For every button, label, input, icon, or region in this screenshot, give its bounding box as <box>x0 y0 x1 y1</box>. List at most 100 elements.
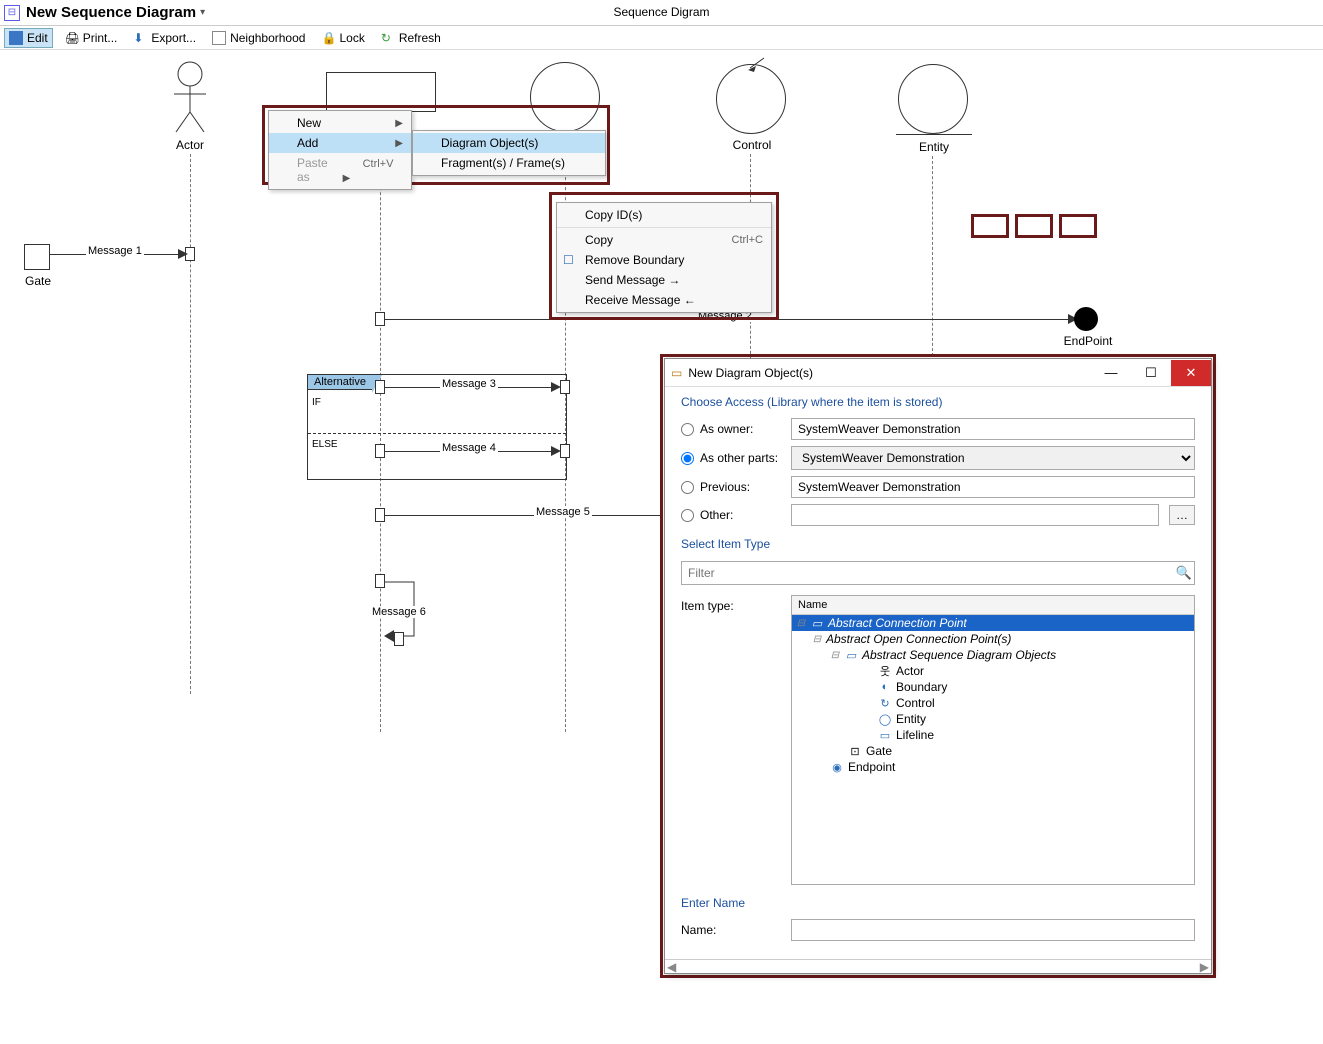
as-owner-input[interactable] <box>791 418 1195 440</box>
ctx1-add[interactable]: Add▶ <box>269 133 411 153</box>
refresh-icon: ↻ <box>381 31 395 45</box>
msg5-label[interactable]: Message 5 <box>534 506 592 518</box>
lifeline-activation-4a[interactable] <box>375 444 385 458</box>
filter-field[interactable]: 🔍 <box>681 561 1195 585</box>
other-input[interactable] <box>791 504 1159 526</box>
msg3-label[interactable]: Message 3 <box>440 378 498 390</box>
lifeline-activation-2[interactable] <box>375 312 385 326</box>
gate-icon: ⊡ <box>848 744 862 758</box>
diagram-canvas[interactable]: Actor LifeLine Control Entity Gate Messa… <box>0 52 1323 1044</box>
context-menu-1-sub: Diagram Object(s) Fragment(s) / Frame(s) <box>412 130 606 176</box>
entity-shape[interactable] <box>898 64 968 134</box>
name-input[interactable] <box>791 919 1195 941</box>
ctx2-copyid[interactable]: Copy ID(s) <box>557 205 771 228</box>
entity-label: Entity <box>894 140 974 154</box>
tree-l2[interactable]: ⊟▭Abstract Sequence Diagram Objects <box>792 647 1194 663</box>
tree-boundary[interactable]: ◐Boundary <box>792 679 1194 695</box>
refresh-button[interactable]: ↻ Refresh <box>377 29 445 47</box>
msg6-label[interactable]: Message 6 <box>370 606 428 618</box>
lifeline-activation-6b[interactable] <box>394 632 404 646</box>
title-dropdown-caret[interactable]: ▾ <box>200 7 205 18</box>
alt-fragment[interactable]: Alternative IF ELSE <box>307 374 567 480</box>
boundary-shape[interactable] <box>530 62 600 132</box>
neighborhood-button[interactable]: Neighborhood <box>208 29 309 47</box>
lifeline-header[interactable]: LifeLine <box>326 72 436 112</box>
submenu-arrow-icon: ▶ <box>343 173 351 184</box>
highlight-box-a <box>971 214 1009 238</box>
previous-input[interactable] <box>791 476 1195 498</box>
filter-input[interactable] <box>682 562 1174 584</box>
tree-actor[interactable]: 웃Actor <box>792 663 1194 679</box>
endpoint-circle[interactable] <box>1074 307 1098 331</box>
tree-gate[interactable]: ⊡Gate <box>792 743 1194 759</box>
ctx2-copy[interactable]: CopyCtrl+C <box>557 230 771 250</box>
msg1-label[interactable]: Message 1 <box>86 245 144 257</box>
select-item-header: Select Item Type <box>665 529 1211 557</box>
ctx1-paste[interactable]: Paste as Ctrl+V ▶ <box>269 153 411 187</box>
app-icon: ⊟ <box>4 5 20 21</box>
minimize-button[interactable]: — <box>1091 360 1131 386</box>
entity-icon: ◯ <box>878 712 892 726</box>
tree-lifeline[interactable]: ▭Lifeline <box>792 727 1194 743</box>
item-icon: ▭ <box>844 648 858 662</box>
actor-label: Actor <box>150 138 230 152</box>
highlight-box-c <box>1059 214 1097 238</box>
name-label: Name: <box>681 923 781 937</box>
ctx1-sub-fragment[interactable]: Fragment(s) / Frame(s) <box>413 153 605 173</box>
endpoint-icon: ◉ <box>830 760 844 774</box>
dialog-titlebar[interactable]: ▭ New Diagram Object(s) — ☐ ✕ <box>665 359 1211 387</box>
tree-col-name[interactable]: Name <box>792 596 1194 615</box>
search-icon[interactable]: 🔍 <box>1174 565 1194 581</box>
ctx2-remove[interactable]: ☐ Remove Boundary <box>557 250 771 270</box>
as-other-select[interactable]: SystemWeaver Demonstration <box>791 446 1195 470</box>
gate-box[interactable] <box>24 244 50 270</box>
as-other-radio[interactable]: As other parts: <box>681 451 781 465</box>
lifeline-icon: ▭ <box>878 728 892 742</box>
endpoint-label: EndPoint <box>1048 334 1128 348</box>
msg5-line <box>385 515 660 516</box>
other-radio[interactable]: Other: <box>681 508 781 522</box>
ctx2-send[interactable]: Send Message → <box>557 270 771 290</box>
lock-icon: 🔒 <box>321 31 335 45</box>
print-icon: 🖨 <box>65 31 79 45</box>
boundary-icon: ☐ <box>563 253 574 267</box>
lock-button[interactable]: 🔒 Lock <box>317 29 368 47</box>
item-icon: ▭ <box>810 616 824 630</box>
submenu-arrow-icon: ▶ <box>395 118 403 129</box>
toolbar: Edit 🖨 Print... ⬇ Export... Neighborhood… <box>0 26 1323 50</box>
tree-root[interactable]: ⊟▭Abstract Connection Point <box>792 615 1194 631</box>
tree-entity[interactable]: ◯Entity <box>792 711 1194 727</box>
browse-button[interactable]: … <box>1169 505 1195 525</box>
item-type-tree[interactable]: Name ⊟▭Abstract Connection Point ⊟Abstra… <box>791 595 1195 885</box>
control-shape[interactable] <box>716 64 786 134</box>
msg4-label[interactable]: Message 4 <box>440 442 498 454</box>
choose-access-header: Choose Access (Library where the item is… <box>665 387 1211 415</box>
context-menu-2: Copy ID(s) CopyCtrl+C ☐ Remove Boundary … <box>556 202 772 313</box>
close-button[interactable]: ✕ <box>1171 360 1211 386</box>
boundary-activation-4[interactable] <box>560 444 570 458</box>
maximize-button[interactable]: ☐ <box>1131 360 1171 386</box>
edit-button[interactable]: Edit <box>4 28 53 48</box>
actor-shape[interactable] <box>170 60 210 134</box>
tree-control[interactable]: ↻Control <box>792 695 1194 711</box>
ctx1-sub-diagram[interactable]: Diagram Object(s) <box>413 133 605 153</box>
print-button[interactable]: 🖨 Print... <box>61 29 122 47</box>
msg1-arrowhead <box>178 249 188 259</box>
entity-lifeline <box>932 156 933 356</box>
previous-radio[interactable]: Previous: <box>681 480 781 494</box>
ctx1-new[interactable]: New▶ <box>269 113 411 133</box>
lifeline-activation-5[interactable] <box>375 508 385 522</box>
lifeline-activation-3a[interactable] <box>375 380 385 394</box>
boundary-activation-3[interactable] <box>560 380 570 394</box>
fragment-operator: Alternative <box>307 374 373 390</box>
ctx2-receive[interactable]: Receive Message ← <box>557 290 771 310</box>
gate-label: Gate <box>0 274 78 288</box>
fragment-else: ELSE <box>312 439 338 450</box>
as-owner-radio[interactable]: As owner: <box>681 422 781 436</box>
boundary-icon: ◐ <box>878 680 892 694</box>
new-diagram-object-dialog: ▭ New Diagram Object(s) — ☐ ✕ Choose Acc… <box>664 358 1212 974</box>
tree-l1[interactable]: ⊟Abstract Open Connection Point(s) <box>792 631 1194 647</box>
dialog-title: New Diagram Object(s) <box>688 366 813 380</box>
tree-endpoint[interactable]: ◉Endpoint <box>792 759 1194 775</box>
export-button[interactable]: ⬇ Export... <box>129 29 200 47</box>
